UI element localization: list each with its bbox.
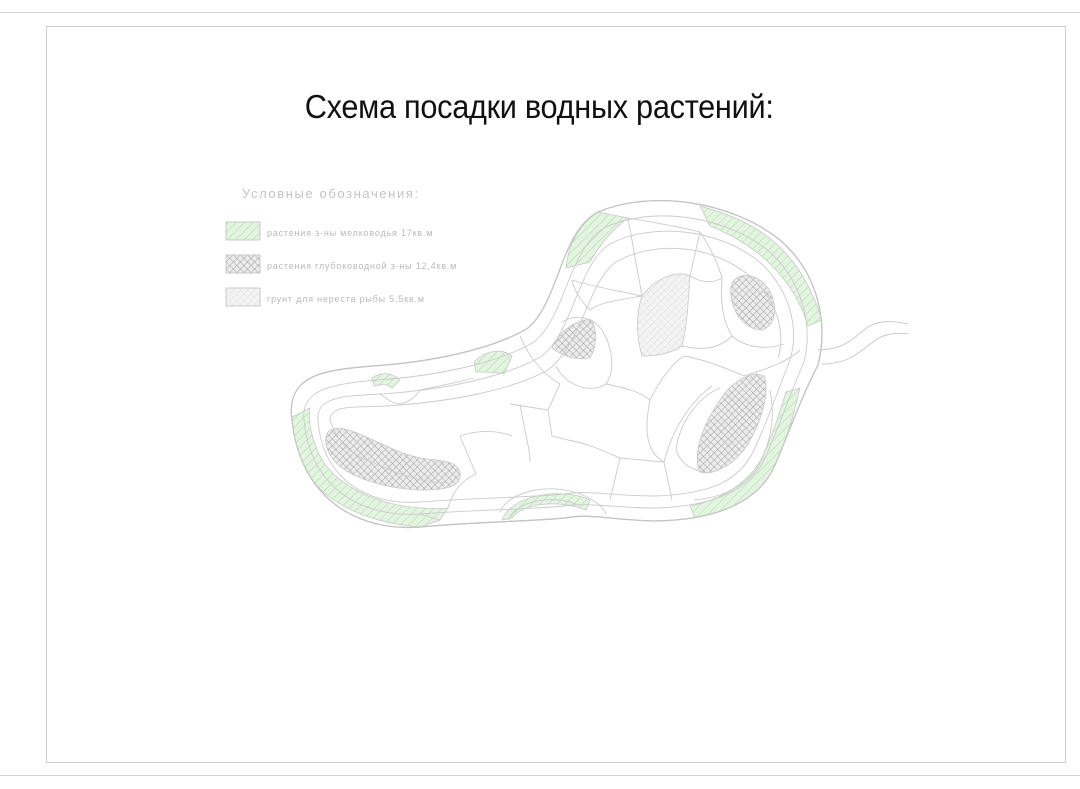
legend-label-shallow: растения з-ны мелководья 17кв.м <box>267 228 434 238</box>
legend-label-deep: растения глубоководной з-ны 12,4кв.м <box>267 261 458 271</box>
legend-item-deep: растения глубоководной з-ны 12,4кв.м <box>226 258 526 278</box>
pond-plan <box>225 199 909 529</box>
legend-title: Условные обозначения: <box>242 186 420 201</box>
stream-outlet <box>817 321 909 365</box>
legend-item-shallow: растения з-ны мелководья 17кв.м <box>226 225 526 245</box>
legend-item-spawning: грунт для нереста рыбы 5,5кв.м <box>226 291 526 311</box>
legend-label-spawning: грунт для нереста рыбы 5,5кв.м <box>267 294 425 304</box>
